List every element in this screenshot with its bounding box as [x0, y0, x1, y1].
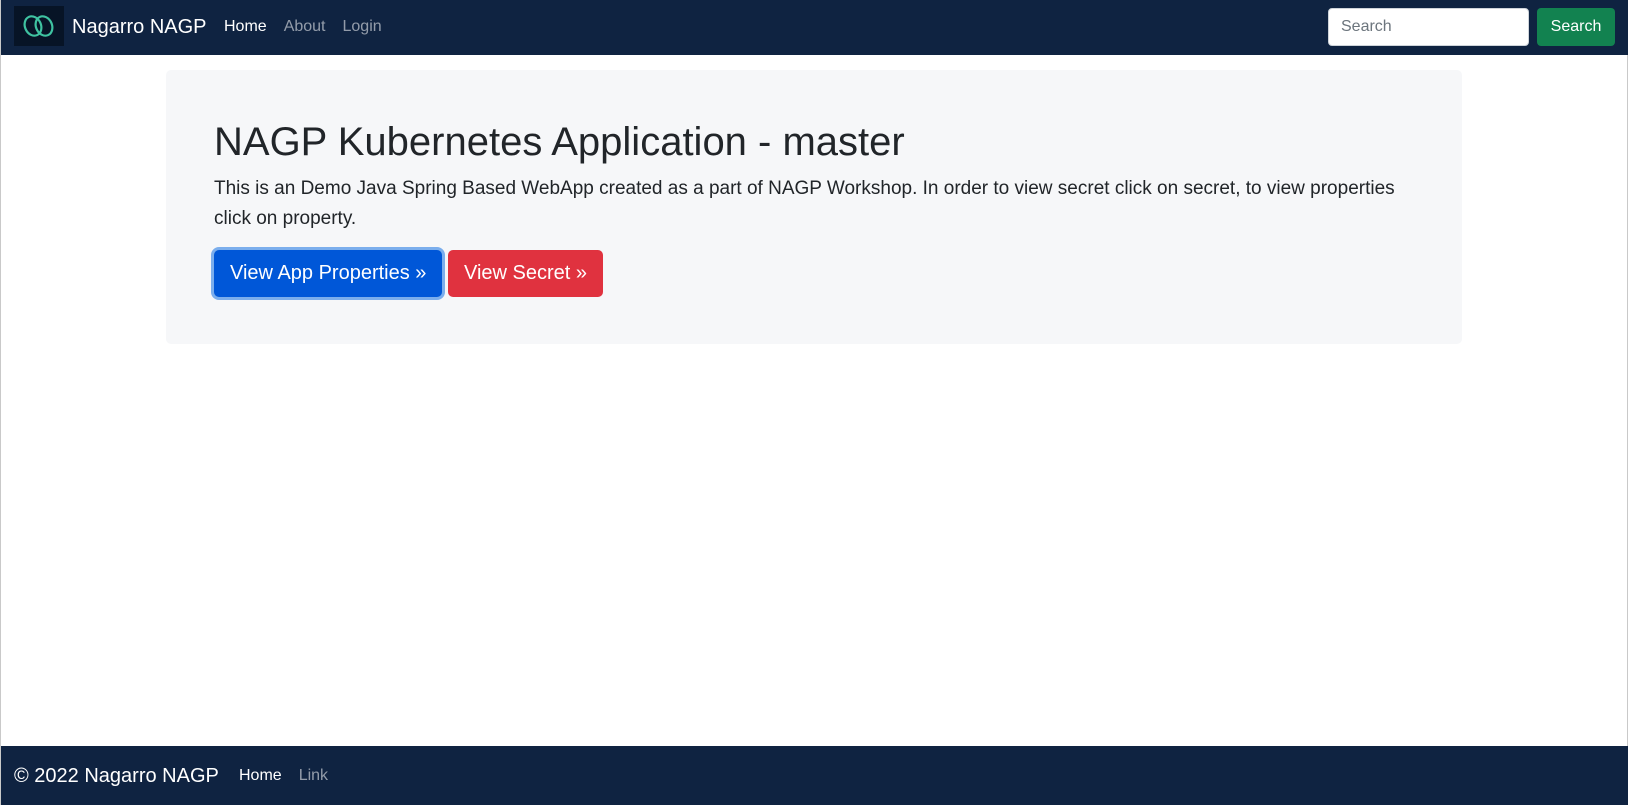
- search-input[interactable]: [1328, 8, 1529, 46]
- nav-links: Home About Login: [224, 17, 382, 37]
- jumbotron: NAGP Kubernetes Application - master Thi…: [166, 70, 1462, 344]
- footer: © 2022 Nagarro NAGP Home Link: [1, 746, 1628, 805]
- nav-link-about[interactable]: About: [284, 17, 326, 37]
- nav-link-login[interactable]: Login: [343, 17, 382, 37]
- view-app-properties-button[interactable]: View App Properties »: [214, 250, 442, 297]
- footer-link-home[interactable]: Home: [239, 766, 282, 786]
- page-description: This is an Demo Java Spring Based WebApp…: [214, 178, 1395, 229]
- page-title: NAGP Kubernetes Application - master: [214, 120, 905, 164]
- top-navbar: Nagarro NAGP Home About Login Search: [1, 0, 1628, 55]
- nagarro-logo-icon[interactable]: [14, 6, 64, 46]
- footer-copyright: © 2022 Nagarro NAGP: [14, 765, 219, 787]
- view-secret-button[interactable]: View Secret »: [448, 250, 603, 297]
- footer-links: Home Link: [239, 766, 328, 786]
- footer-link-link[interactable]: Link: [299, 766, 328, 786]
- brand-name[interactable]: Nagarro NAGP: [72, 14, 207, 40]
- search-button[interactable]: Search: [1537, 8, 1615, 46]
- nav-link-home[interactable]: Home: [224, 17, 267, 37]
